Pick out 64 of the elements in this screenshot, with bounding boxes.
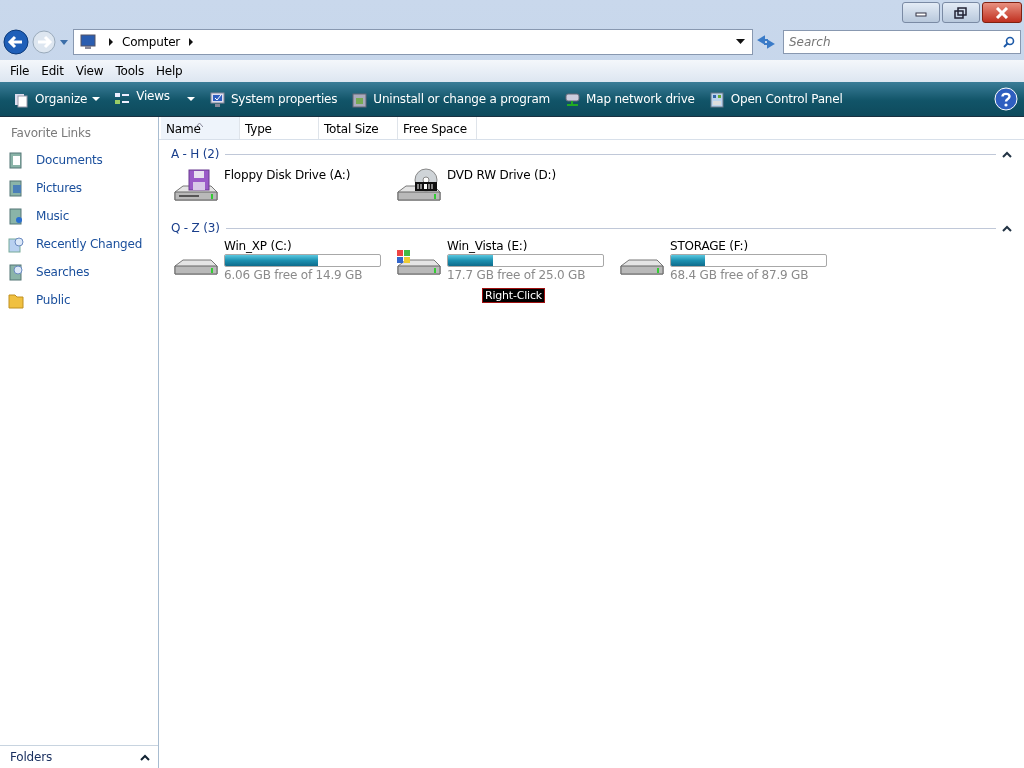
maximize-button[interactable] (942, 2, 980, 23)
floppy-drive-icon[interactable] (171, 168, 219, 202)
column-header[interactable]: Type (240, 117, 319, 139)
annotation-label: Right-Click (482, 288, 545, 303)
section-title: Favorite Links (10, 125, 92, 142)
close-button[interactable] (982, 2, 1022, 23)
search-icon (1003, 36, 1015, 48)
monitor-icon (208, 90, 226, 108)
chevron-right-icon (108, 38, 114, 46)
group-header[interactable]: Q - Z (3) (171, 221, 220, 235)
toolbar-button[interactable]: Map network drive (557, 90, 702, 108)
toolbar-button[interactable]: System properties (201, 90, 345, 108)
free-space-text: 6.06 GB free of 14.9 GB (224, 268, 364, 282)
dropdown-arrow-icon (92, 96, 101, 102)
group-header[interactable]: A - H (2) (171, 147, 220, 161)
sidebar-link[interactable]: Public (36, 293, 71, 307)
chevron-right-icon[interactable] (188, 38, 195, 46)
free-space-text: 68.4 GB free of 87.9 GB (670, 268, 810, 282)
chevron-up-icon[interactable] (1002, 150, 1012, 158)
library-icon (8, 151, 25, 169)
chevron-up-icon[interactable] (140, 753, 150, 761)
toolbar-button[interactable]: Uninstall or change a program (344, 90, 558, 108)
library-icon (8, 179, 25, 197)
library-icon (8, 235, 25, 253)
program-box-icon (351, 90, 369, 108)
free-space-text: 17.7 GB free of 25.0 GB (447, 268, 587, 282)
folders-label[interactable]: Folders (10, 750, 52, 764)
menu-item[interactable]: Tools (109, 64, 150, 78)
breadcrumb-item[interactable]: Computer (122, 35, 181, 49)
network-drive-icon (564, 90, 582, 108)
sidebar-link[interactable]: Searches (36, 265, 90, 279)
control-panel-icon (708, 90, 726, 108)
close-icon (995, 6, 1009, 19)
dropdown-arrow-icon[interactable] (736, 39, 746, 45)
drive-name[interactable]: Floppy Disk Drive (A:) (224, 168, 351, 182)
search-field[interactable]: Search (783, 30, 1021, 54)
column-header[interactable]: Free Space (398, 117, 477, 139)
sidebar-link[interactable]: Music (36, 209, 70, 223)
column-header[interactable]: Total Size (319, 117, 398, 139)
back-button[interactable] (3, 29, 29, 55)
help-icon[interactable] (994, 87, 1018, 111)
drive-name[interactable]: DVD RW Drive (D:) (447, 168, 556, 182)
dropdown-arrow-icon (186, 96, 195, 102)
drive-name[interactable]: Win_Vista (E:) (447, 239, 604, 253)
column-header[interactable]: Name (161, 117, 240, 139)
dvd-drive-icon[interactable] (394, 168, 442, 202)
drive-name[interactable]: Win_XP (C:) (224, 239, 381, 253)
toolbar-button[interactable]: Open Control Panel (701, 90, 850, 108)
library-icon (8, 207, 25, 225)
sidebar-link[interactable]: Recently Changed (36, 237, 143, 251)
minimize-button[interactable] (902, 2, 940, 23)
library-icon (8, 263, 25, 281)
menu-item[interactable]: View (69, 64, 110, 78)
toolbar-button[interactable]: Organize (6, 90, 108, 108)
toolbar-button[interactable]: Views (107, 90, 202, 108)
drive-name[interactable]: STORAGE (F:) (670, 239, 827, 253)
sidebar-link[interactable]: Documents (36, 153, 103, 167)
menu-item[interactable]: Help (150, 64, 189, 78)
folder-icon (8, 291, 25, 309)
sidebar-link[interactable]: Pictures (36, 181, 82, 195)
restore-icon (954, 6, 968, 19)
menu-item[interactable]: File (4, 64, 36, 78)
chevron-up-icon[interactable] (1002, 224, 1012, 232)
menu-item[interactable]: Edit (35, 64, 70, 78)
